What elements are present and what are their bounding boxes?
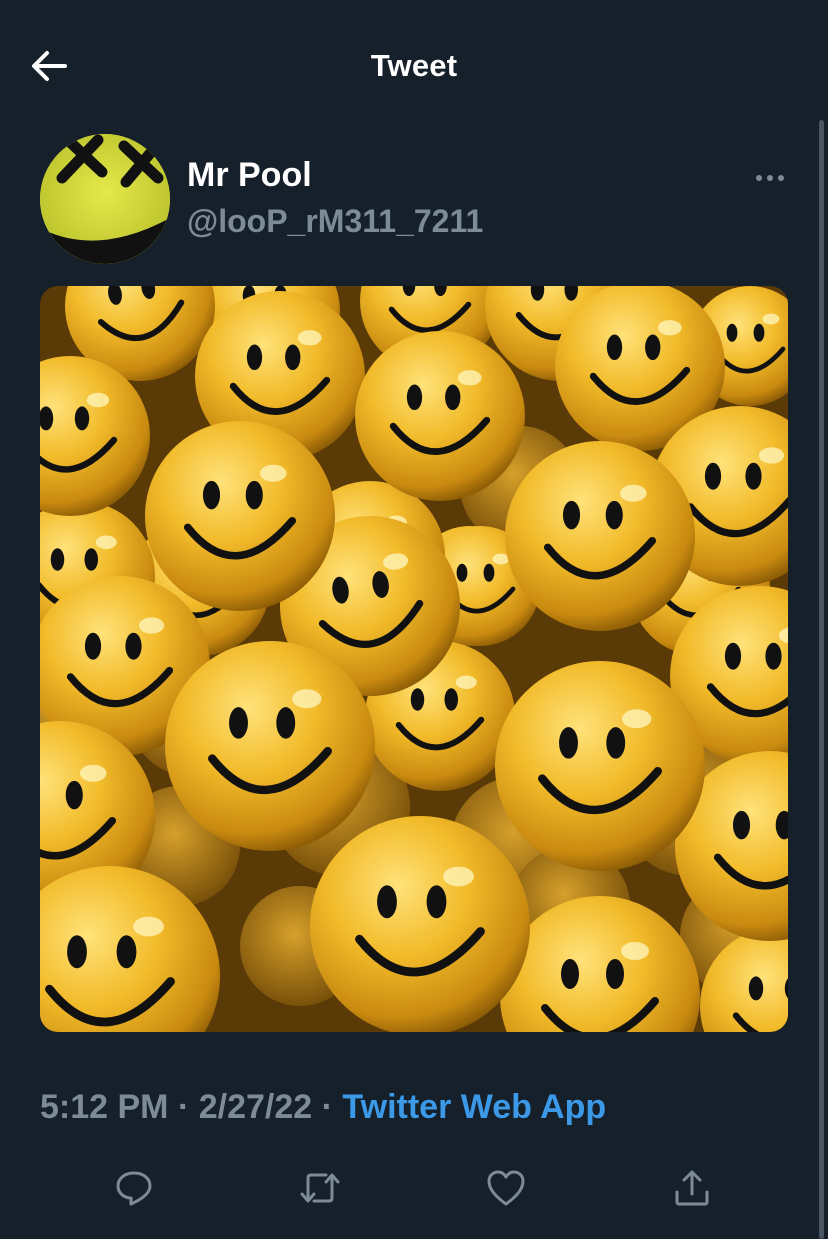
top-bar: Tweet [0,0,828,134]
tweet-source-link[interactable]: Twitter Web App [342,1088,606,1126]
more-horizontal-icon [756,175,784,181]
author-display-name[interactable]: Mr Pool [187,156,312,195]
page-title: Tweet [370,48,458,83]
like-button[interactable] [478,1160,534,1216]
like-icon [487,1170,525,1206]
reply-icon [116,1171,152,1206]
tweet-date: 2/27/22 [198,1088,313,1126]
separator: · [168,1088,199,1126]
tweet-action-bar [0,1160,828,1216]
more-options-button[interactable] [752,165,788,191]
smiley-ball [505,441,695,631]
tweet-media-image[interactable] [40,286,788,1032]
retweet-icon [300,1173,340,1203]
smiley-ball [355,331,525,501]
smiley-face-balls-image [40,286,788,1032]
scrollbar[interactable] [819,120,824,1239]
smiley-ball [145,421,335,611]
share-button[interactable] [664,1160,720,1216]
smiley-ball [165,641,375,851]
avatar[interactable] [40,134,170,264]
tweet-time: 5:12 PM [40,1088,169,1126]
separator: · [312,1088,343,1126]
author-handle[interactable]: @looP_rM311_7211 [187,203,483,240]
smiley-ball [495,661,705,871]
share-icon [675,1170,709,1206]
retweet-button[interactable] [292,1160,348,1216]
smiley-x-eyes-avatar [40,134,170,264]
smiley-ball [310,816,530,1032]
reply-button[interactable] [106,1160,162,1216]
tweet-metadata: 5:12 PM · 2/27/22 · Twitter Web App [40,1088,606,1127]
